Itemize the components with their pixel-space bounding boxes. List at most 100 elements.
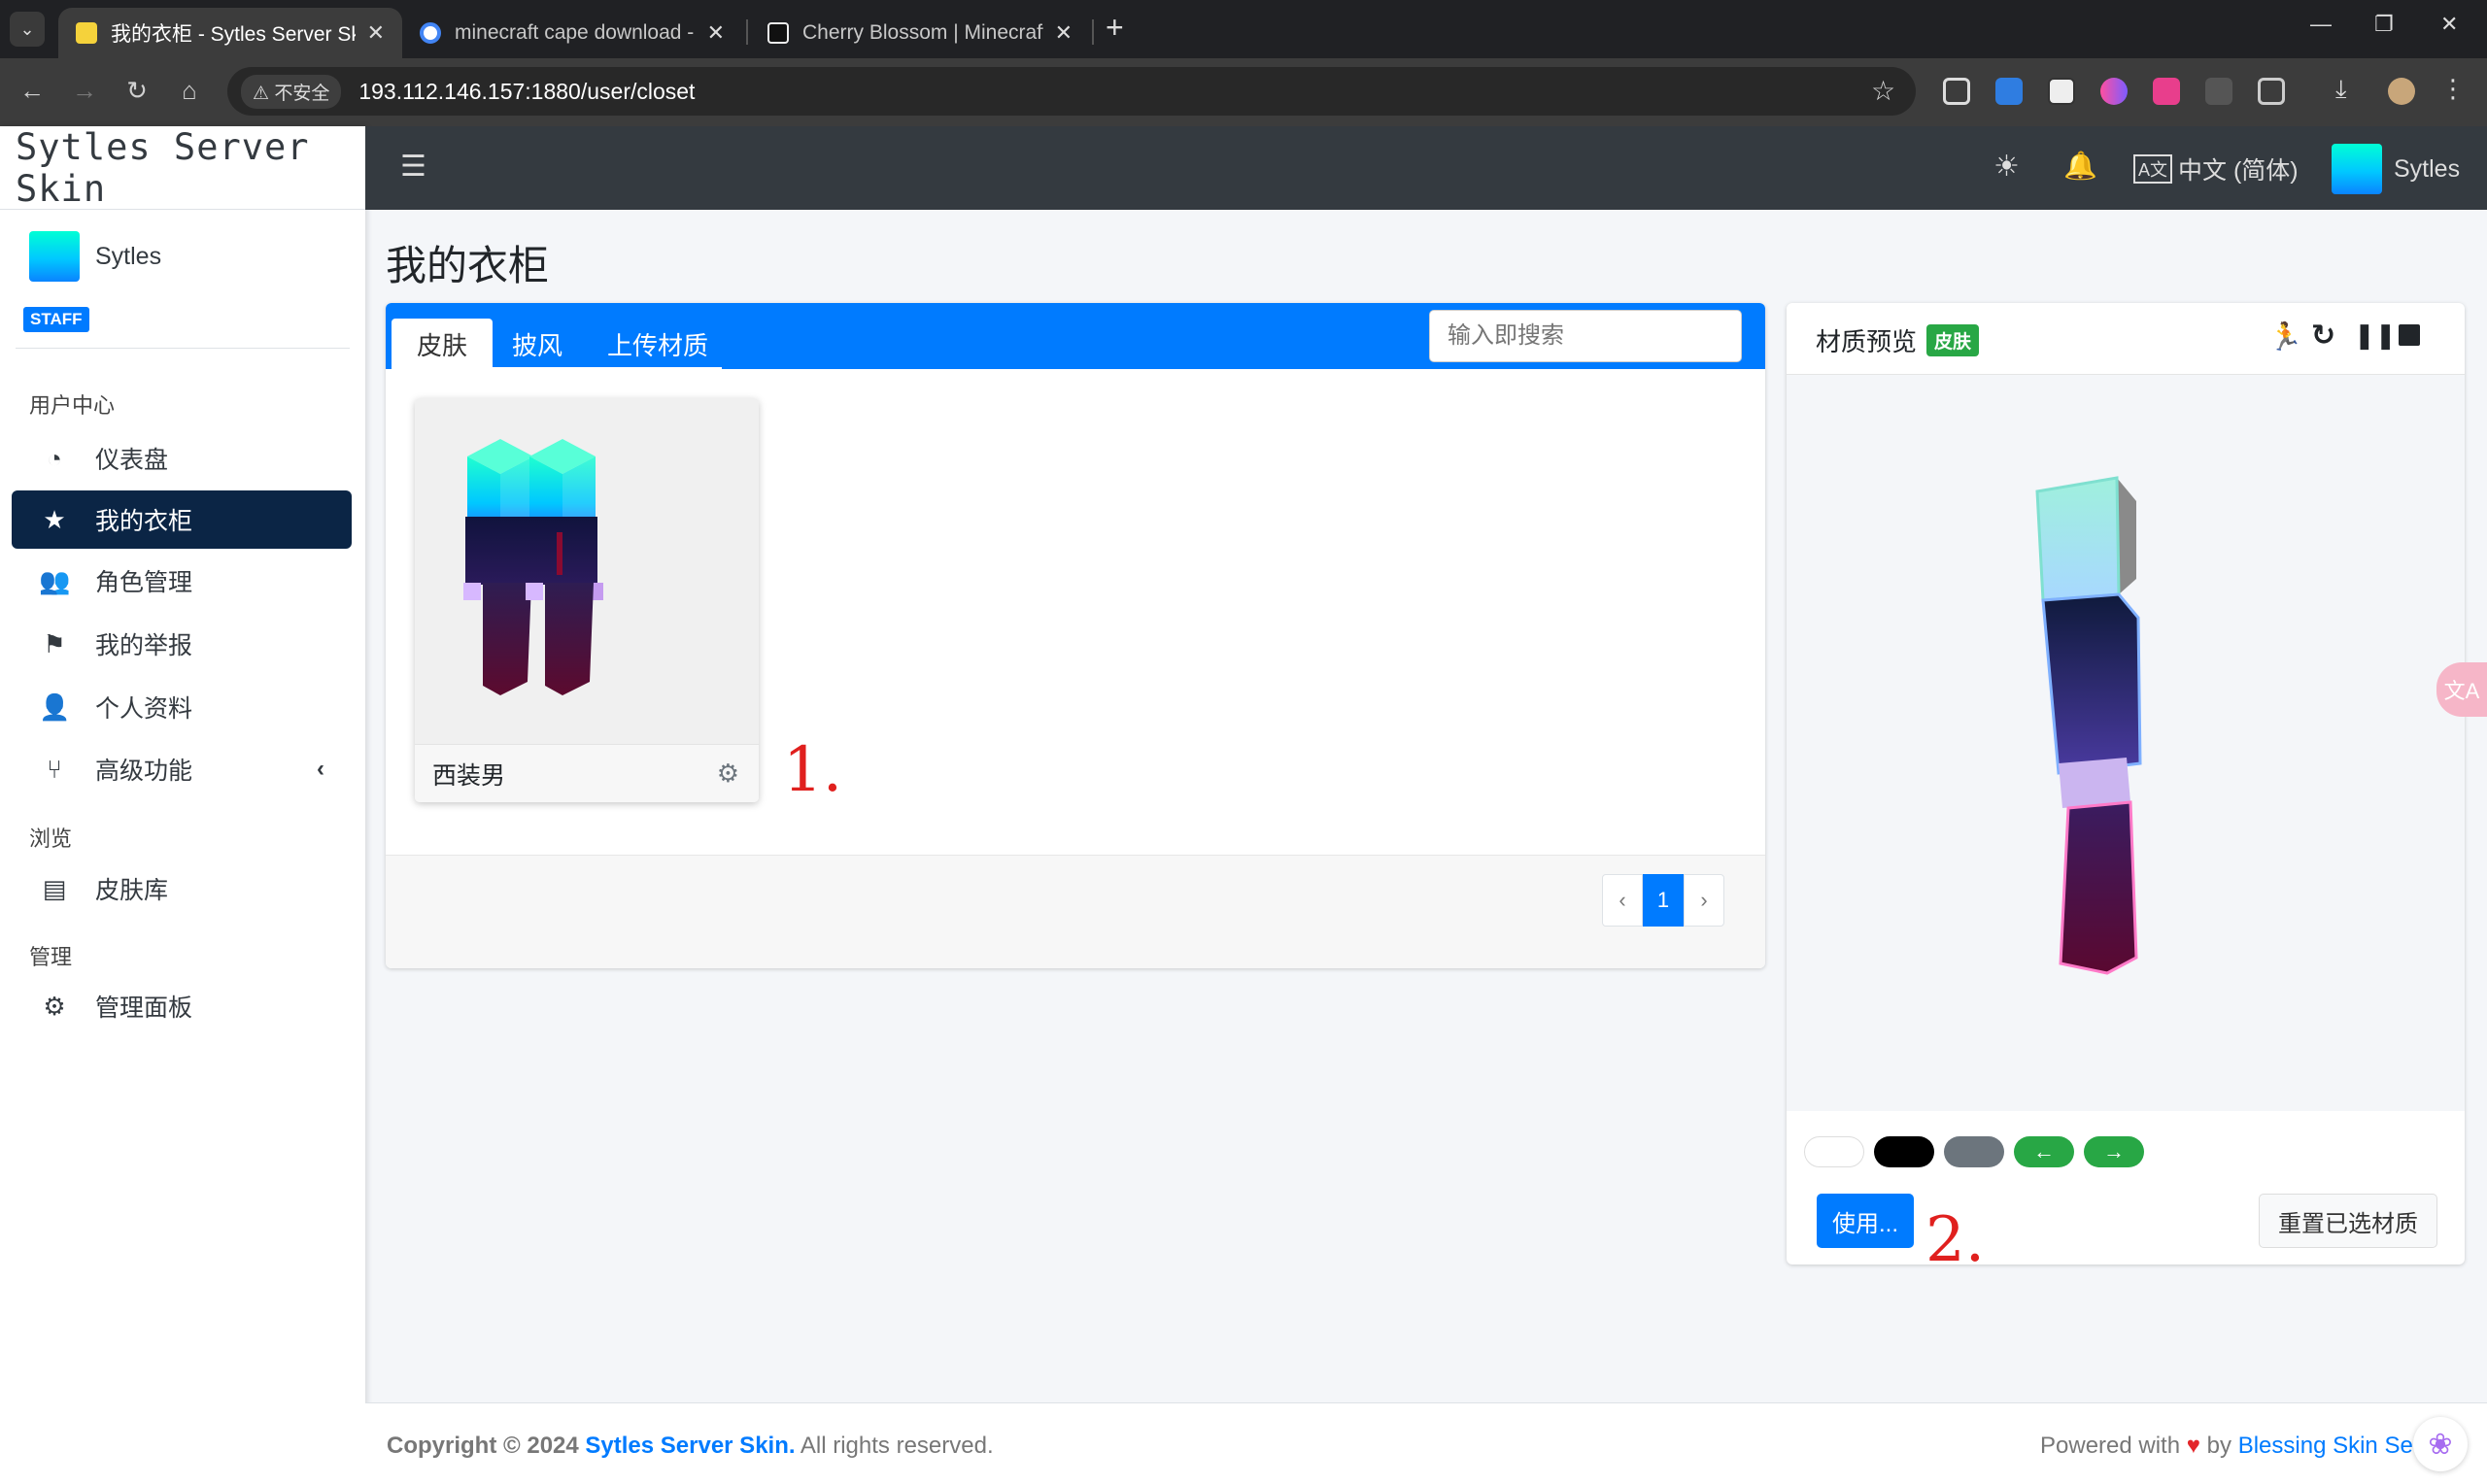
- sidebar: Sytles Server Skin Sytles STAFF 用户中心 ◔ 仪表…: [0, 126, 365, 1484]
- sidebar-user-name[interactable]: Sytles: [95, 243, 161, 271]
- download-icon[interactable]: ⤓: [2335, 74, 2363, 103]
- branch-icon: ⑂: [47, 754, 62, 784]
- sidebar-item-reports[interactable]: ⚑ 我的举报: [12, 615, 352, 673]
- tab-underline: [392, 367, 722, 369]
- gear-icon: ⚙: [43, 991, 66, 1021]
- brand-logo[interactable]: Sytles Server Skin: [0, 126, 365, 210]
- powered-by: by: [2206, 1433, 2232, 1459]
- navbar-avatar[interactable]: [2332, 144, 2382, 194]
- reload-icon[interactable]: ↻: [120, 76, 153, 106]
- colorful-extension-icon[interactable]: [2100, 78, 2128, 105]
- browser-menu-icon[interactable]: ⋮: [2440, 74, 2468, 103]
- blessing-skin-link[interactable]: Blessing Skin Se: [2238, 1433, 2413, 1459]
- bg-prev-button[interactable]: ←: [2014, 1136, 2074, 1167]
- handwritten-note-1: 1.: [783, 734, 843, 806]
- language-icon: A文: [2133, 154, 2173, 184]
- close-tab-icon[interactable]: ✕: [707, 20, 725, 46]
- skin-preview-image: [463, 439, 603, 695]
- notion-extension-icon[interactable]: [2048, 78, 2075, 105]
- theme-toggle-icon[interactable]: ☀: [1993, 150, 2020, 184]
- pagination-prev[interactable]: ‹: [1602, 874, 1643, 927]
- back-icon[interactable]: ←: [16, 76, 49, 106]
- reset-rotation-icon[interactable]: ↻: [2311, 319, 2335, 353]
- sidebar-item-dashboard[interactable]: ◔ 仪表盘: [12, 429, 352, 488]
- bg-gray-button[interactable]: [1944, 1136, 2004, 1167]
- user-avatar[interactable]: [29, 231, 80, 282]
- home-icon[interactable]: ⌂: [173, 76, 206, 106]
- glasses-extension-icon[interactable]: [2205, 78, 2232, 105]
- tab-search-button[interactable]: ⌄: [10, 12, 45, 47]
- closet-tabs-header: 皮肤 披风 上传材质: [386, 303, 1765, 369]
- sidebar-item-label: 角色管理: [95, 569, 193, 596]
- browser-tab-title: minecraft cape download - G: [455, 21, 696, 44]
- close-tab-icon[interactable]: ✕: [367, 20, 385, 46]
- close-window-button[interactable]: ✕: [2440, 12, 2458, 37]
- sidebar-item-admin-panel[interactable]: ⚙ 管理面板: [12, 977, 352, 1035]
- forward-icon[interactable]: →: [68, 76, 101, 106]
- floating-assistant-icon[interactable]: ❀: [2413, 1417, 2468, 1471]
- language-selector[interactable]: A文 中文 (简体): [2133, 152, 2299, 186]
- closet-item-name: 西装男: [432, 761, 506, 790]
- use-texture-button[interactable]: 使用...: [1817, 1194, 1914, 1248]
- footer-copyright: Copyright © 2024 Sytles Server Skin. All…: [387, 1433, 994, 1460]
- profile-avatar-icon[interactable]: [2388, 78, 2415, 105]
- url-text: 193.112.146.157:1880/user/closet: [358, 78, 696, 104]
- navbar-user-name[interactable]: Sytles: [2394, 155, 2460, 184]
- puzzle-extensions-icon[interactable]: [2258, 78, 2285, 105]
- search-input[interactable]: [1429, 310, 1742, 362]
- minimize-button[interactable]: —: [2310, 12, 2332, 37]
- sidebar-item-advanced[interactable]: ⑂ 高级功能 ‹: [12, 740, 352, 798]
- run-animation-icon[interactable]: 🏃: [2268, 320, 2302, 353]
- sidebar-item-profile[interactable]: 👤 个人资料: [12, 678, 352, 736]
- pause-icon[interactable]: ❚❚: [2354, 320, 2397, 351]
- close-tab-icon[interactable]: ✕: [1055, 20, 1073, 46]
- top-navbar: ☰ ☀ 🔔 A文 中文 (简体) Sytles: [365, 126, 2487, 210]
- stop-icon[interactable]: [2399, 324, 2420, 346]
- browser-tabstrip: ⌄ 我的衣柜 - Sytles Server Skin ✕ minecraft …: [0, 0, 2487, 58]
- tab-upload[interactable]: 上传材质: [582, 319, 733, 369]
- restore-button[interactable]: ❐: [2374, 12, 2394, 37]
- address-bar[interactable]: ⚠ 不安全 193.112.146.157:1880/user/closet ☆: [227, 67, 1916, 116]
- skin-thumbnail[interactable]: [415, 398, 759, 744]
- language-label: 中文 (简体): [2178, 157, 2299, 185]
- google-favicon-icon: [420, 22, 441, 44]
- sidebar-item-players[interactable]: 👥 角色管理: [12, 552, 352, 610]
- sidebar-item-label: 我的举报: [95, 632, 193, 659]
- browser-tab-closet[interactable]: 我的衣柜 - Sytles Server Skin ✕: [58, 8, 402, 58]
- section-browse: 浏览: [29, 826, 73, 851]
- notification-bell-icon[interactable]: 🔔: [2063, 150, 2097, 182]
- pagination-page-1[interactable]: 1: [1643, 874, 1684, 927]
- new-tab-button[interactable]: +: [1106, 10, 1124, 46]
- cherry-favicon-icon: [767, 22, 789, 44]
- security-warning[interactable]: ⚠ 不安全: [241, 74, 342, 109]
- sidebar-item-skinlib[interactable]: ▤ 皮肤库: [12, 860, 352, 918]
- skin-3d-model: [2035, 476, 2142, 975]
- browser-tab-cherry[interactable]: Cherry Blossom | Minecraft C ✕: [750, 8, 1090, 58]
- reset-selected-button[interactable]: 重置已选材质: [2259, 1194, 2437, 1248]
- tab-cape[interactable]: 披风: [487, 319, 588, 369]
- translate-extension-icon[interactable]: [1995, 78, 2023, 105]
- translate-float-icon[interactable]: 文A: [2436, 662, 2487, 717]
- footer-rights: All rights reserved.: [795, 1433, 994, 1459]
- browser-tab-title: 我的衣柜 - Sytles Server Skin: [111, 23, 356, 46]
- tab-divider: [746, 19, 748, 45]
- archive-icon: ▤: [42, 873, 67, 903]
- pink-extension-icon[interactable]: [2153, 78, 2180, 105]
- footer-site-link[interactable]: Sytles Server Skin.: [585, 1433, 795, 1459]
- bookmark-star-icon[interactable]: ☆: [1871, 75, 1895, 107]
- browser-tab-google[interactable]: minecraft cape download - G ✕: [402, 8, 742, 58]
- skin-3d-viewer[interactable]: [1787, 375, 2465, 1111]
- bg-next-button[interactable]: →: [2084, 1136, 2144, 1167]
- page-title: 我的衣柜: [386, 243, 550, 288]
- sidebar-item-closet[interactable]: ★ 我的衣柜: [12, 490, 352, 549]
- pagination-next[interactable]: ›: [1684, 874, 1724, 927]
- item-settings-gear-icon[interactable]: ⚙: [717, 759, 739, 789]
- bg-black-button[interactable]: [1874, 1136, 1934, 1167]
- hamburger-menu-icon[interactable]: ☰: [400, 150, 426, 184]
- bg-white-button[interactable]: [1804, 1136, 1864, 1167]
- powered-prefix: Powered with: [2040, 1433, 2181, 1459]
- browser-tab-title: Cherry Blossom | Minecraft C: [802, 21, 1043, 44]
- closet-item-card[interactable]: 西装男 ⚙: [415, 398, 759, 802]
- tab-skin[interactable]: 皮肤: [392, 319, 494, 369]
- sidebar-panel-icon[interactable]: [1943, 78, 1970, 105]
